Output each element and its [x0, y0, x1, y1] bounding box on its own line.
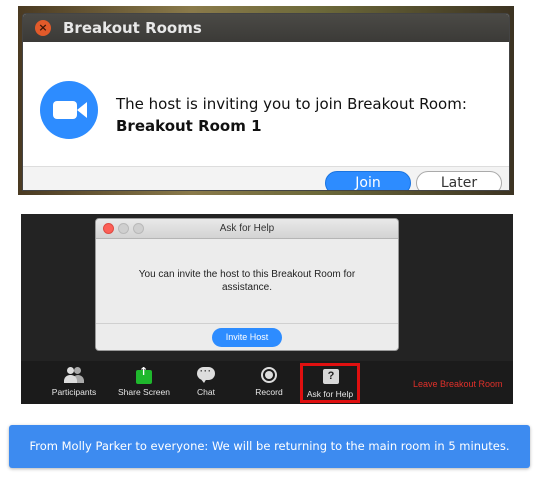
ask-for-help-button[interactable]: ? Ask for Help	[300, 363, 360, 403]
share-screen-button[interactable]: ↑ Share Screen	[116, 365, 172, 404]
zoom-camera-icon	[40, 81, 98, 139]
join-button[interactable]: Join	[325, 171, 411, 190]
ask-for-help-panel: Ask for Help You can invite the host to …	[21, 214, 513, 404]
dialog-body: The host is inviting you to join Breakou…	[23, 42, 509, 166]
chat-notification-text: From Molly Parker to everyone: We will b…	[29, 439, 510, 453]
record-button[interactable]: Record	[254, 366, 284, 404]
participants-icon	[64, 366, 84, 384]
dialog-titlebar: Ask for Help	[96, 219, 398, 239]
close-window-icon[interactable]	[103, 223, 114, 234]
help-message: You can invite the host to this Breakout…	[138, 269, 356, 293]
chat-button[interactable]: ··· Chat	[191, 366, 221, 404]
later-button[interactable]: Later	[416, 171, 502, 190]
invite-message: The host is inviting you to join Breakou…	[116, 95, 467, 113]
invite-host-button[interactable]: Invite Host	[212, 328, 282, 347]
record-icon	[259, 366, 279, 384]
toolbar-label: Record	[255, 387, 283, 397]
minimize-window-icon	[118, 223, 129, 234]
participants-button[interactable]: Participants	[49, 366, 99, 404]
dialog-body: You can invite the host to this Breakout…	[96, 240, 398, 324]
leave-breakout-room-button[interactable]: Leave Breakout Room	[413, 379, 503, 389]
chat-icon: ···	[196, 366, 216, 384]
breakout-invite-panel: × Breakout Rooms The host is inviting yo…	[18, 6, 514, 195]
toolbar-label: Participants	[51, 387, 97, 397]
dialog-footer: Invite Host	[96, 323, 398, 350]
help-icon: ?	[320, 368, 340, 386]
breakout-invite-dialog: × Breakout Rooms The host is inviting yo…	[22, 13, 510, 191]
dialog-titlebar: × Breakout Rooms	[23, 14, 509, 42]
dialog-title: Breakout Rooms	[63, 19, 202, 37]
zoom-window-icon	[133, 223, 144, 234]
close-icon[interactable]: ×	[35, 20, 51, 36]
chat-notification-banner[interactable]: From Molly Parker to everyone: We will b…	[9, 425, 530, 468]
share-screen-icon: ↑	[134, 365, 154, 384]
room-name: Breakout Room 1	[116, 117, 262, 135]
toolbar-label: Chat	[197, 387, 215, 397]
dialog-footer: Join Later	[23, 166, 509, 190]
toolbar-label: Share Screen	[118, 387, 170, 397]
ask-for-help-dialog: Ask for Help You can invite the host to …	[95, 218, 399, 351]
toolbar-label: Ask for Help	[306, 389, 354, 399]
